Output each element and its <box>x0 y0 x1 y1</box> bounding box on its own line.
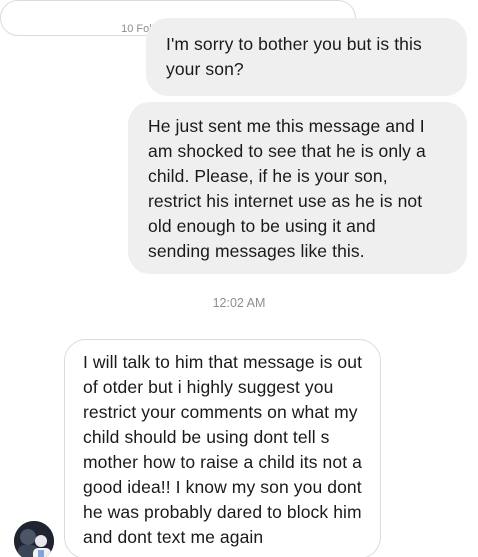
message-line: of otder but i highly suggest you <box>83 377 334 397</box>
sender-avatar[interactable] <box>14 521 54 557</box>
message-line: am shocked to see that he is only a <box>148 141 426 161</box>
received-message-bubble[interactable]: I will talk to him that message is out o… <box>64 339 381 557</box>
message-timestamp: 12:02 AM <box>212 296 266 310</box>
message-line: your son? <box>166 59 244 79</box>
message-line: I will talk to him that message is out <box>83 352 363 372</box>
sent-message-bubble[interactable]: He just sent me this message and I am sh… <box>128 102 467 274</box>
message-line: he was probably dared to block him <box>83 502 362 522</box>
avatar-photo-icon <box>14 521 54 557</box>
message-line: restrict your comments on what my <box>83 402 358 422</box>
message-line: restrict his internet use as he is not <box>148 191 423 211</box>
message-line: good idea!! I know my son you dont <box>83 477 362 497</box>
message-thread: 10 Followers · 15 posts I'm sorry to bot… <box>0 0 478 557</box>
message-line: child should be using dont tell s <box>83 427 330 447</box>
message-line: I'm sorry to bother you but is this <box>166 34 422 54</box>
message-line: old enough to be using it and <box>148 216 376 236</box>
message-line: He just sent me this message and I <box>148 116 425 136</box>
message-line: sending messages like this. <box>148 241 365 261</box>
message-line: mother how to raise a child its not a <box>83 452 362 472</box>
message-line: child. Please, if he is your son, <box>148 166 388 186</box>
sent-message-bubble[interactable]: I'm sorry to bother you but is this your… <box>146 18 467 96</box>
message-line: and dont text me again <box>83 527 264 547</box>
